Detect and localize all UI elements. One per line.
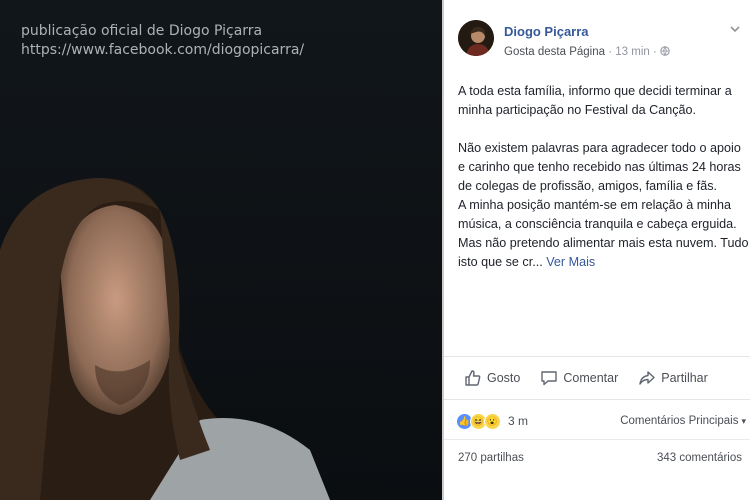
facebook-post: Diogo Piçarra Gosta desta Página · 13 mi… bbox=[442, 0, 750, 500]
comment-label: Comentar bbox=[563, 371, 619, 385]
wow-reaction-icon: 😮 bbox=[484, 412, 501, 430]
like-page-link[interactable]: Gosta desta Página bbox=[504, 46, 605, 58]
reaction-icons[interactable]: 👍 😆 😮 bbox=[456, 412, 501, 430]
caret-down-icon: ▾ bbox=[741, 416, 746, 426]
see-more-link[interactable]: Ver Mais bbox=[546, 255, 595, 269]
sort-label: Comentários Principais bbox=[620, 415, 739, 427]
reaction-count[interactable]: 3 m bbox=[508, 414, 528, 428]
photo-area: publicação oficial de Diogo Piçarra http… bbox=[0, 0, 442, 500]
action-bar: Gosto Comentar Partilhar bbox=[444, 356, 750, 400]
post-footer: 270 partilhas 343 comentários bbox=[444, 448, 750, 472]
comments-count[interactable]: 343 comentários bbox=[657, 452, 742, 464]
post-paragraph-2b: A minha posição mantém-se em relação à m… bbox=[458, 196, 750, 272]
chevron-down-icon[interactable] bbox=[728, 22, 742, 41]
share-button[interactable]: Partilhar bbox=[638, 369, 708, 387]
share-icon bbox=[639, 371, 655, 385]
avatar[interactable] bbox=[458, 20, 494, 56]
post-header: Diogo Piçarra Gosta desta Página · 13 mi… bbox=[458, 20, 750, 64]
portrait-image bbox=[0, 178, 330, 500]
page-name-link[interactable]: Diogo Piçarra bbox=[504, 24, 589, 39]
like-button[interactable]: Gosto bbox=[464, 369, 520, 387]
post-text: A toda esta família, informo que decidi … bbox=[458, 82, 750, 272]
share-label: Partilhar bbox=[661, 371, 708, 385]
post-paragraph-2b-text: A minha posição mantém-se em relação à m… bbox=[458, 198, 749, 269]
like-label: Gosto bbox=[487, 371, 521, 385]
globe-icon bbox=[660, 46, 670, 56]
shares-count[interactable]: 270 partilhas bbox=[458, 452, 524, 464]
reactions-bar: 👍 😆 😮 3 m Comentários Principais ▾ bbox=[444, 403, 750, 440]
meta-separator-2: · bbox=[653, 46, 657, 58]
meta-separator: · bbox=[608, 46, 613, 58]
watermark-line1: publicação oficial de Diogo Piçarra bbox=[21, 23, 263, 39]
comment-icon bbox=[541, 371, 558, 386]
watermark-line2: https://www.facebook.com/diogopicarra/ bbox=[21, 42, 305, 58]
post-meta: Gosta desta Página · 13 min · bbox=[504, 46, 670, 58]
comment-sort-dropdown[interactable]: Comentários Principais ▾ bbox=[620, 415, 746, 427]
comment-button[interactable]: Comentar bbox=[540, 369, 618, 387]
post-time[interactable]: 13 min bbox=[615, 46, 650, 58]
post-paragraph-2a: Não existem palavras para agradecer todo… bbox=[458, 141, 741, 193]
watermark: publicação oficial de Diogo Piçarra http… bbox=[21, 22, 304, 60]
post-paragraph-1: A toda esta família, informo que decidi … bbox=[458, 84, 732, 117]
thumbs-up-icon bbox=[465, 370, 481, 386]
